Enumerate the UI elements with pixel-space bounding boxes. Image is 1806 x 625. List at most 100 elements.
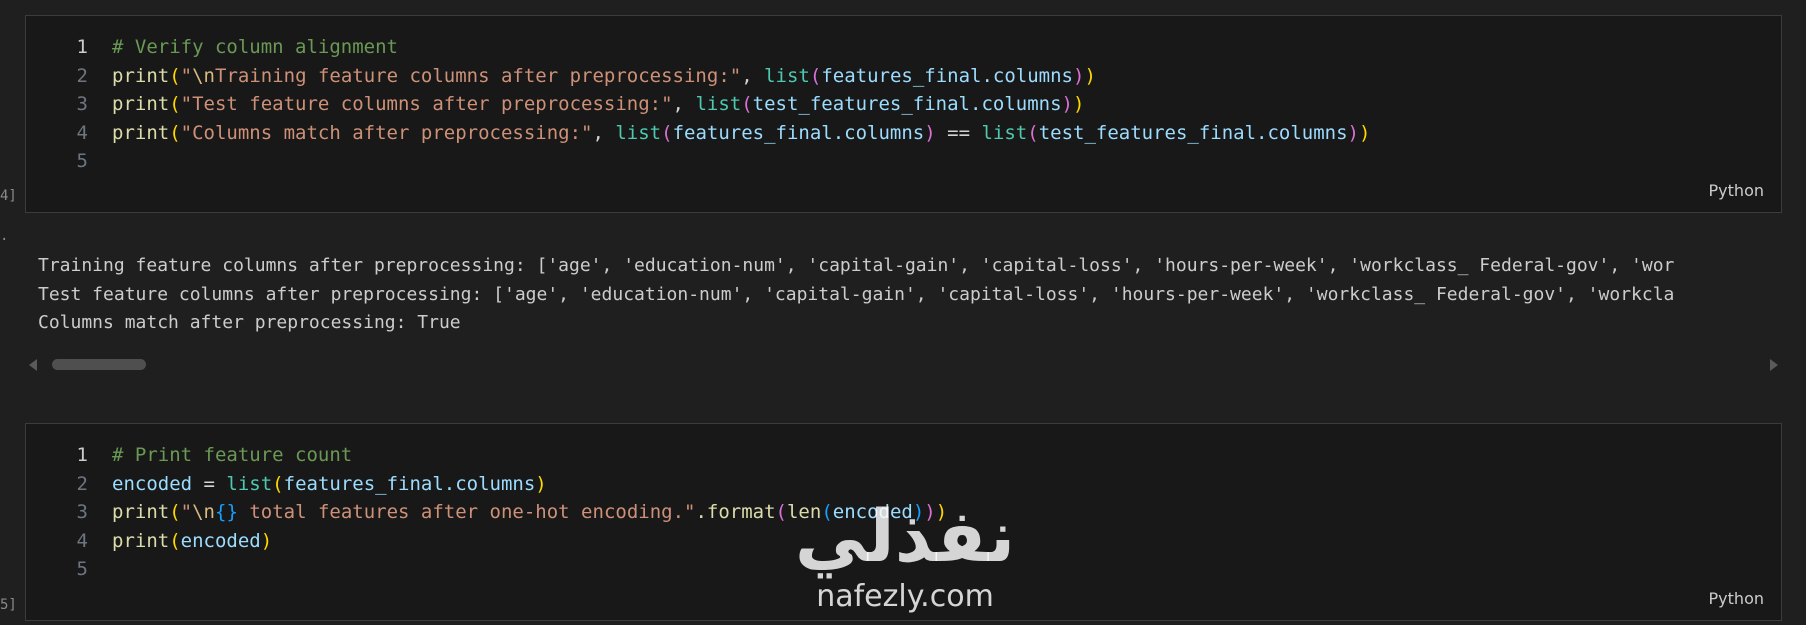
watermark: نفذلي nafezly.com: [780, 500, 1030, 625]
line-code[interactable]: print(encoded): [112, 527, 272, 556]
execution-count: 4]: [0, 188, 17, 204]
line-number: 5: [76, 558, 88, 580]
watermark-url: nafezly.com: [816, 579, 994, 614]
code-token: ): [1061, 93, 1073, 115]
code-token: print: [112, 529, 170, 552]
line-number: 1: [76, 36, 88, 58]
code-token: ): [1072, 64, 1085, 87]
code-token: list: [695, 93, 742, 115]
code-token: test_features_final: [1038, 121, 1257, 144]
code-token: test_features_final: [752, 93, 970, 115]
line-number: 5: [76, 150, 88, 172]
code-token: ): [260, 529, 273, 552]
code-token: # Print feature count: [112, 444, 353, 466]
code-token: =: [192, 472, 227, 495]
code-line[interactable]: 4 print("Columns match after preprocessin…: [26, 119, 1781, 148]
code-line[interactable]: 2 print("\nTraining feature columns after…: [26, 62, 1781, 91]
code-token: ,: [672, 93, 696, 115]
line-number: 2: [76, 472, 88, 495]
code-cell-1[interactable]: 1 # Verify column alignment 2 print("\nTrai…: [25, 15, 1782, 213]
line-code[interactable]: # Verify column alignment: [112, 33, 398, 62]
output-line: Test feature columns after preprocessing…: [38, 283, 1675, 305]
code-token: (: [809, 64, 822, 87]
code-token: "Test feature columns after preprocessin…: [180, 93, 673, 115]
code-token: ,: [741, 64, 765, 87]
code-token: ": [180, 64, 193, 87]
code-token: ): [1359, 121, 1371, 144]
output-marker: ·: [0, 232, 9, 248]
scroll-right-icon[interactable]: [1770, 359, 1778, 371]
line-number: 2: [76, 64, 88, 87]
scrollbar-thumb[interactable]: [52, 359, 146, 370]
code-token: list: [981, 121, 1028, 144]
watermark-logo: نفذلي: [794, 494, 1016, 578]
code-line[interactable]: 3 print("Test feature columns after prepr…: [26, 90, 1781, 119]
code-token: list: [764, 64, 810, 87]
code-token: (: [169, 501, 181, 523]
line-number: 3: [76, 93, 88, 115]
code-token: features_final: [821, 64, 982, 87]
code-token: .columns: [443, 472, 536, 495]
code-token: .format: [695, 501, 776, 523]
line-code[interactable]: encoded = list(features_final.columns): [112, 470, 547, 499]
cell-language-label[interactable]: Python: [1709, 589, 1764, 608]
code-token: print: [112, 501, 170, 523]
line-number: 4: [76, 529, 88, 552]
code-token: ): [924, 121, 936, 144]
code-token: print: [112, 93, 170, 115]
code-token: total features after one-hot encoding.": [237, 501, 696, 523]
code-token: (: [169, 529, 181, 552]
code-token: \n: [192, 64, 215, 87]
code-token: list: [615, 121, 662, 144]
code-token: {}: [215, 501, 238, 523]
code-token: Training feature columns after preproces…: [215, 64, 742, 87]
line-number: 4: [76, 121, 88, 144]
code-token: ): [535, 472, 547, 495]
code-token: print: [112, 64, 170, 87]
cell-language-label[interactable]: Python: [1709, 181, 1764, 200]
code-lines[interactable]: 1 # Verify column alignment 2 print("\nTrai…: [26, 33, 1781, 176]
line-code[interactable]: print("Test feature columns after prepro…: [112, 90, 1084, 119]
code-token: # Verify column alignment: [112, 36, 398, 58]
code-token: "Columns match after preprocessing:": [180, 121, 593, 144]
code-line[interactable]: 5: [26, 147, 1781, 176]
code-token: ": [180, 501, 193, 523]
notebook-page: 1 # Verify column alignment 2 print("\nTrai…: [0, 0, 1806, 625]
line-number: 1: [76, 444, 88, 466]
code-token: (: [169, 121, 181, 144]
code-token: (: [272, 472, 284, 495]
code-token: (: [169, 93, 181, 115]
code-token: print: [112, 121, 170, 144]
code-token: ,: [592, 121, 616, 144]
code-token: (: [1027, 121, 1039, 144]
code-token: .columns: [970, 93, 1062, 115]
code-token: encoded: [180, 529, 261, 552]
code-line[interactable]: 1 # Verify column alignment: [26, 33, 1781, 62]
code-token: (: [741, 93, 753, 115]
code-token: \n: [192, 501, 215, 523]
output-line: Columns match after preprocessing: True: [38, 312, 461, 333]
code-token: ): [1072, 93, 1085, 115]
code-token: features_final: [672, 121, 833, 144]
code-token: encoded: [112, 472, 193, 495]
output-line: Training feature columns after preproces…: [38, 255, 1675, 276]
line-code[interactable]: print("\nTraining feature columns after …: [112, 62, 1096, 91]
line-code[interactable]: print("Columns match after preprocessing…: [112, 119, 1370, 148]
execution-count: 5]: [0, 597, 17, 613]
code-token: ): [1347, 121, 1359, 144]
line-code[interactable]: # Print feature count: [112, 441, 352, 470]
code-line[interactable]: 1 # Print feature count: [26, 441, 1781, 470]
code-token: ==: [935, 121, 982, 144]
code-token: .columns: [832, 121, 925, 144]
line-number: 3: [76, 501, 88, 523]
code-token: (: [169, 64, 181, 87]
output-horizontal-scrollbar[interactable]: [25, 356, 1782, 374]
scroll-left-icon[interactable]: [29, 359, 37, 371]
code-token: features_final: [283, 472, 444, 495]
code-token: .columns: [1256, 121, 1348, 144]
code-token: ): [1084, 64, 1096, 87]
code-token: .columns: [981, 64, 1073, 87]
cell-output: Training feature columns after preproces…: [25, 252, 1782, 372]
code-token: (: [661, 121, 673, 144]
code-token: list: [226, 472, 273, 495]
